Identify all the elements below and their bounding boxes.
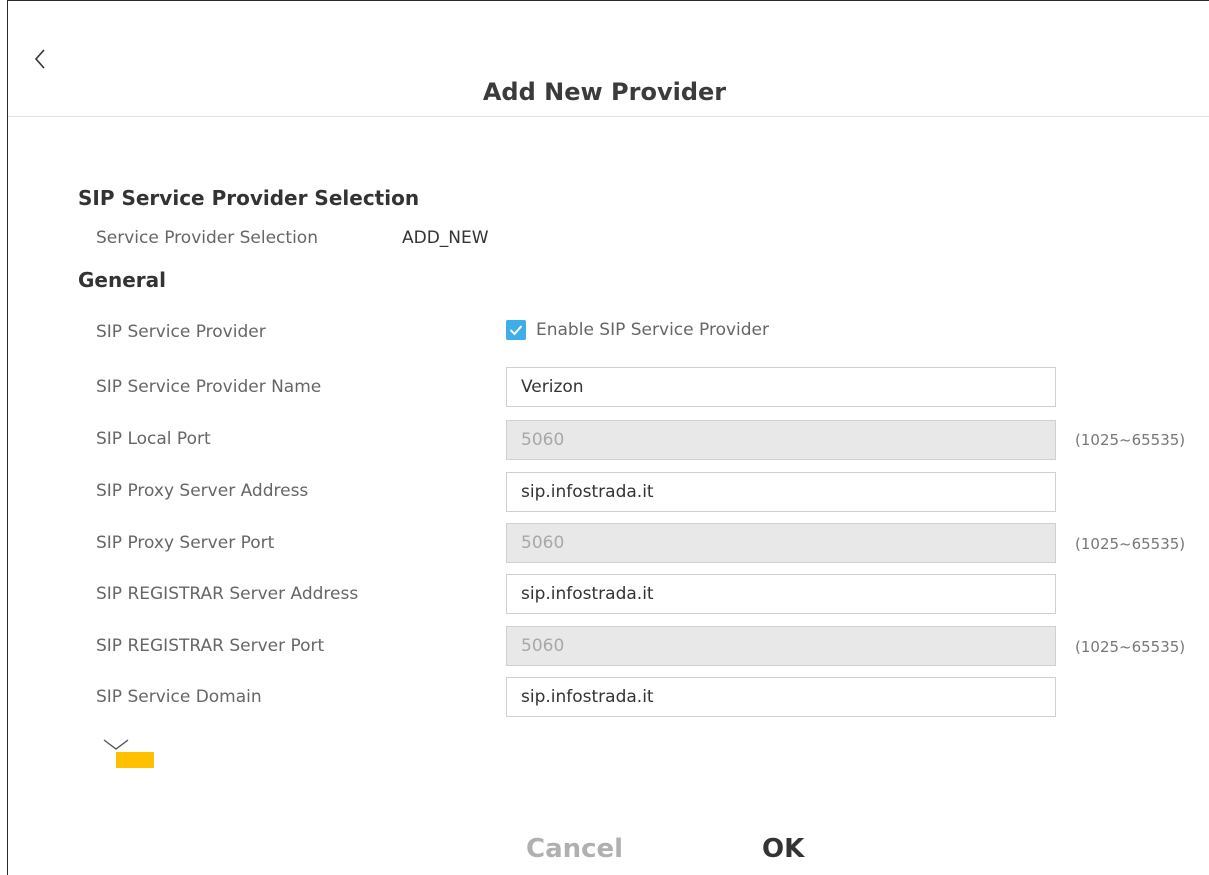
port-range-hint: (1025~65535) <box>1075 638 1186 656</box>
chevron-down-icon <box>103 739 129 750</box>
back-button[interactable] <box>30 44 52 74</box>
port-range-hint: (1025~65535) <box>1075 535 1186 553</box>
sip-local-port-input: 5060 <box>506 420 1056 460</box>
header-divider <box>8 116 1209 117</box>
ok-label: OK <box>762 834 805 864</box>
section-title-provider-selection: SIP Service Provider Selection <box>78 186 420 210</box>
row-label: SIP Service Provider Name <box>96 377 322 397</box>
row-label: SIP Proxy Server Address <box>96 481 309 501</box>
service-provider-selection-label: Service Provider Selection <box>96 228 318 248</box>
cancel-button[interactable]: Cancel <box>526 834 623 864</box>
sip-registrar-server-port-input: 5060 <box>506 626 1056 666</box>
sip-proxy-server-port-input: 5060 <box>506 523 1056 563</box>
checkbox-label: Enable SIP Service Provider <box>536 320 769 340</box>
row-label: SIP REGISTRAR Server Port <box>96 636 325 656</box>
sip-proxy-server-address-input[interactable]: sip.infostrada.it <box>506 472 1056 512</box>
row-label: SIP Service Domain <box>96 687 262 707</box>
section-title-general: General <box>78 268 166 292</box>
row-label: SIP Proxy Server Port <box>96 533 275 553</box>
row-label: SIP Local Port <box>96 429 211 449</box>
checkbox-checked-icon <box>506 320 526 340</box>
sip-registrar-server-address-input[interactable]: sip.infostrada.it <box>506 574 1056 614</box>
sip-provider-name-input[interactable]: Verizon <box>506 367 1056 407</box>
sip-service-domain-input[interactable]: sip.infostrada.it <box>506 677 1056 717</box>
expand-more-button[interactable] <box>100 734 160 770</box>
service-provider-selection-value: ADD_NEW <box>402 228 489 248</box>
chevron-left-icon <box>34 49 45 69</box>
enable-sip-service-provider-checkbox[interactable]: Enable SIP Service Provider <box>506 320 769 340</box>
port-range-hint: (1025~65535) <box>1075 431 1186 449</box>
ok-button[interactable]: OK <box>762 834 812 875</box>
sip-service-provider-label: SIP Service Provider <box>96 322 266 342</box>
row-label: SIP REGISTRAR Server Address <box>96 584 359 604</box>
page-title: Add New Provider <box>482 78 727 106</box>
